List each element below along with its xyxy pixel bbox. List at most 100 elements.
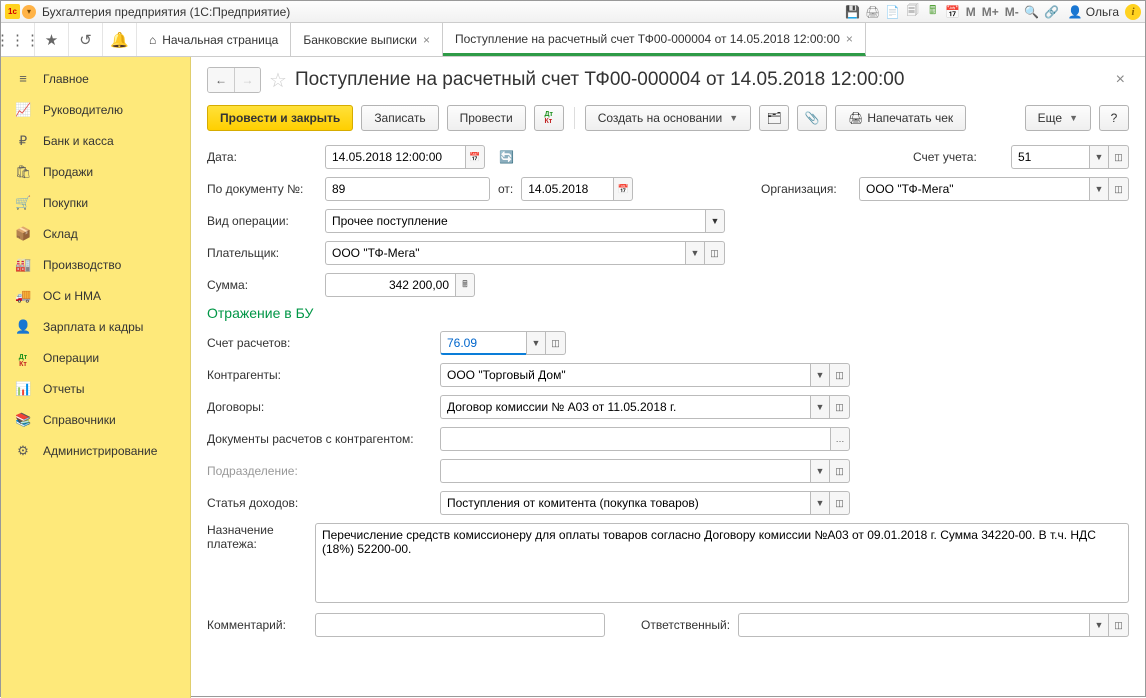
department-field[interactable]: ▼ ◫ — [440, 459, 850, 483]
docdate-input[interactable] — [521, 177, 613, 201]
contracts-input[interactable] — [440, 395, 810, 419]
open-icon[interactable]: ◫ — [830, 491, 850, 515]
compare-icon[interactable]: 🗐 — [904, 4, 922, 20]
open-icon[interactable]: ◫ — [1109, 177, 1129, 201]
account-input[interactable] — [1011, 145, 1089, 169]
nav-forward-button[interactable]: → — [234, 68, 260, 92]
caret-down-icon[interactable]: ▼ — [526, 331, 546, 355]
memory-mplus[interactable]: М+ — [979, 5, 1002, 19]
account-field[interactable]: ▼ ◫ — [1011, 145, 1129, 169]
doc-icon[interactable]: 📄 — [884, 4, 902, 20]
favorite-star-icon[interactable]: ☆ — [269, 68, 287, 93]
open-icon[interactable]: ◫ — [830, 395, 850, 419]
docdate-field[interactable]: 📅 — [521, 177, 633, 201]
sidebar-item-stock[interactable]: 📦Склад — [1, 218, 190, 249]
sidebar-item-hr[interactable]: 👤Зарплата и кадры — [1, 311, 190, 342]
history-icon[interactable]: ↺ — [69, 23, 103, 56]
memory-mminus[interactable]: М- — [1002, 5, 1022, 19]
attach-button[interactable]: 📎 — [797, 105, 827, 131]
settlement-docs-input[interactable] — [440, 427, 830, 451]
tab-home[interactable]: ⌂ Начальная страница — [137, 23, 291, 56]
zoom-icon[interactable]: 🔍 — [1023, 4, 1041, 20]
caret-down-icon[interactable]: ▼ — [1089, 177, 1109, 201]
nav-back-button[interactable]: ← — [208, 68, 234, 92]
org-field[interactable]: ▼ ◫ — [859, 177, 1129, 201]
close-page-button[interactable]: × — [1112, 67, 1129, 93]
post-and-close-button[interactable]: Провести и закрыть — [207, 105, 353, 131]
print-check-button[interactable]: 🖨 Напечатать чек — [835, 105, 966, 131]
sidebar-item-bank[interactable]: ₽Банк и касса — [1, 125, 190, 156]
caret-down-icon[interactable]: ▼ — [810, 459, 830, 483]
department-input[interactable] — [440, 459, 810, 483]
dtkt-button[interactable]: ДтКт — [534, 105, 564, 131]
settle-account-input[interactable] — [440, 331, 526, 355]
org-input[interactable] — [859, 177, 1089, 201]
sidebar-item-reports[interactable]: 📊Отчеты — [1, 373, 190, 404]
notifications-icon[interactable]: 🔔 — [103, 23, 137, 56]
payer-input[interactable] — [325, 241, 685, 265]
open-icon[interactable]: ◫ — [546, 331, 566, 355]
save-icon[interactable]: 💾 — [844, 4, 862, 20]
income-item-input[interactable] — [440, 491, 810, 515]
payer-field[interactable]: ▼ ◫ — [325, 241, 725, 265]
sidebar-item-refs[interactable]: 📚Справочники — [1, 404, 190, 435]
memory-m[interactable]: М — [963, 5, 979, 19]
open-icon[interactable]: ◫ — [705, 241, 725, 265]
link-icon[interactable]: 🔗 — [1043, 4, 1061, 20]
sidebar-item-production[interactable]: 🏭Производство — [1, 249, 190, 280]
settlement-docs-field[interactable]: … — [440, 427, 850, 451]
ellipsis-icon[interactable]: … — [830, 427, 850, 451]
date-field[interactable]: 📅 — [325, 145, 485, 169]
counterparty-input[interactable] — [440, 363, 810, 387]
purpose-textarea[interactable] — [315, 523, 1129, 603]
sidebar-item-purchases[interactable]: 🛒Покупки — [1, 187, 190, 218]
settle-account-field[interactable]: ▼ ◫ — [440, 331, 566, 355]
create-based-button[interactable]: Создать на основании▼ — [585, 105, 751, 131]
comment-input[interactable] — [315, 613, 605, 637]
optype-input[interactable] — [325, 209, 705, 233]
income-item-field[interactable]: ▼ ◫ — [440, 491, 850, 515]
sidebar-item-admin[interactable]: ⚙Администрирование — [1, 435, 190, 466]
sidebar-item-assets[interactable]: 🚚ОС и НМА — [1, 280, 190, 311]
caret-down-icon[interactable]: ▼ — [685, 241, 705, 265]
sum-field[interactable]: 🖩 — [325, 273, 475, 297]
open-icon[interactable]: ◫ — [1109, 145, 1129, 169]
caret-down-icon[interactable]: ▼ — [1089, 145, 1109, 169]
calc-icon[interactable]: 🖩 — [455, 273, 475, 297]
contracts-field[interactable]: ▼ ◫ — [440, 395, 850, 419]
caret-down-icon[interactable]: ▼ — [810, 491, 830, 515]
date-input[interactable] — [325, 145, 465, 169]
calendar-icon[interactable]: 📅 — [465, 145, 485, 169]
sidebar-item-main[interactable]: ≡Главное — [1, 63, 190, 94]
calc-icon[interactable]: 🖩 — [924, 4, 942, 20]
open-icon[interactable]: ◫ — [830, 363, 850, 387]
user-indicator[interactable]: 👤Ольга — [1068, 5, 1119, 19]
open-icon[interactable]: ◫ — [1109, 613, 1129, 637]
sum-input[interactable] — [325, 273, 455, 297]
tab-bank-statements[interactable]: Банковские выписки × — [291, 23, 443, 56]
post-button[interactable]: Провести — [447, 105, 526, 131]
optype-field[interactable]: ▼ — [325, 209, 725, 233]
open-icon[interactable]: ◫ — [830, 459, 850, 483]
responsible-input[interactable] — [738, 613, 1089, 637]
counterparty-field[interactable]: ▼ ◫ — [440, 363, 850, 387]
refresh-icon[interactable]: 🔄 — [499, 150, 514, 164]
favorites-icon[interactable]: ★ — [35, 23, 69, 56]
caret-down-icon[interactable]: ▼ — [705, 209, 725, 233]
tab-receipt[interactable]: Поступление на расчетный счет ТФ00-00000… — [443, 23, 866, 56]
apps-grid-icon[interactable]: ⋮⋮⋮ — [1, 23, 35, 56]
app-menu-dropdown[interactable]: ▾ — [22, 5, 36, 19]
close-icon[interactable]: × — [423, 33, 430, 47]
calendar-icon[interactable]: 📅 — [613, 177, 633, 201]
help-button[interactable]: ? — [1099, 105, 1129, 131]
responsible-field[interactable]: ▼ ◫ — [738, 613, 1129, 637]
sidebar-item-director[interactable]: 📈Руководителю — [1, 94, 190, 125]
sidebar-item-sales[interactable]: 🛍Продажи — [1, 156, 190, 187]
calendar-icon[interactable]: 📅 — [944, 4, 962, 20]
caret-down-icon[interactable]: ▼ — [1089, 613, 1109, 637]
close-icon[interactable]: × — [846, 32, 853, 46]
docnum-input[interactable] — [325, 177, 490, 201]
sidebar-item-operations[interactable]: ДтКтОперации — [1, 342, 190, 373]
caret-down-icon[interactable]: ▼ — [810, 395, 830, 419]
info-icon[interactable]: i — [1125, 4, 1141, 20]
